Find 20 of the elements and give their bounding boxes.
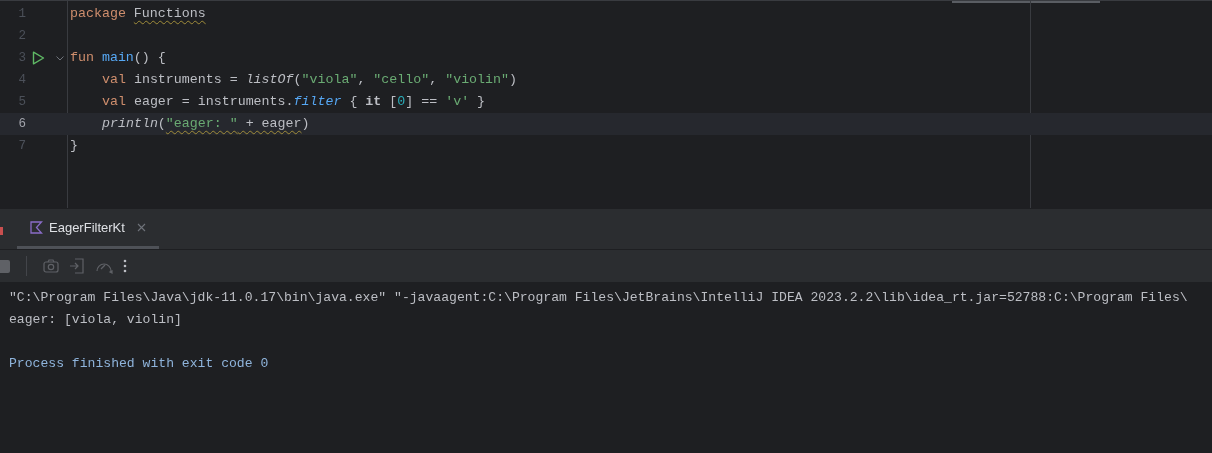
line-number: 6 [17,115,26,133]
code-line: } [70,137,78,156]
run-icon[interactable] [32,51,45,65]
kotlin-file-icon [30,221,43,234]
close-icon[interactable] [136,223,146,232]
scrollbar-thumb[interactable] [952,1,1100,3]
code-line: val instruments = listOf("viola", "cello", "violin") [102,71,517,90]
code-line: println("eager: " + eager) [102,115,310,134]
enter-icon[interactable] [69,258,85,274]
code-line: val eager = instruments.filter { it [0] == 'v' } [102,93,486,112]
console-line: Process finished with exit code 0 [9,356,269,371]
camera-icon[interactable] [43,259,59,273]
console-line: eager: [viola, violin] [9,312,182,327]
fold-icon[interactable] [56,56,64,61]
code-line: fun main() { [70,49,166,68]
stop-button[interactable] [0,259,10,273]
console-line: "C:\Program Files\Java\jdk-11.0.17\bin\java.exe" "-javaagent:C:\Program Files\JetBrains\IntelliJ IDEA 2023.2.2\lib\idea_rt.jar=52788:C:\Program Files\ [9,290,1188,305]
code-line: package Functions [70,5,206,24]
error-marker [0,227,3,235]
more-icon[interactable] [123,259,127,273]
